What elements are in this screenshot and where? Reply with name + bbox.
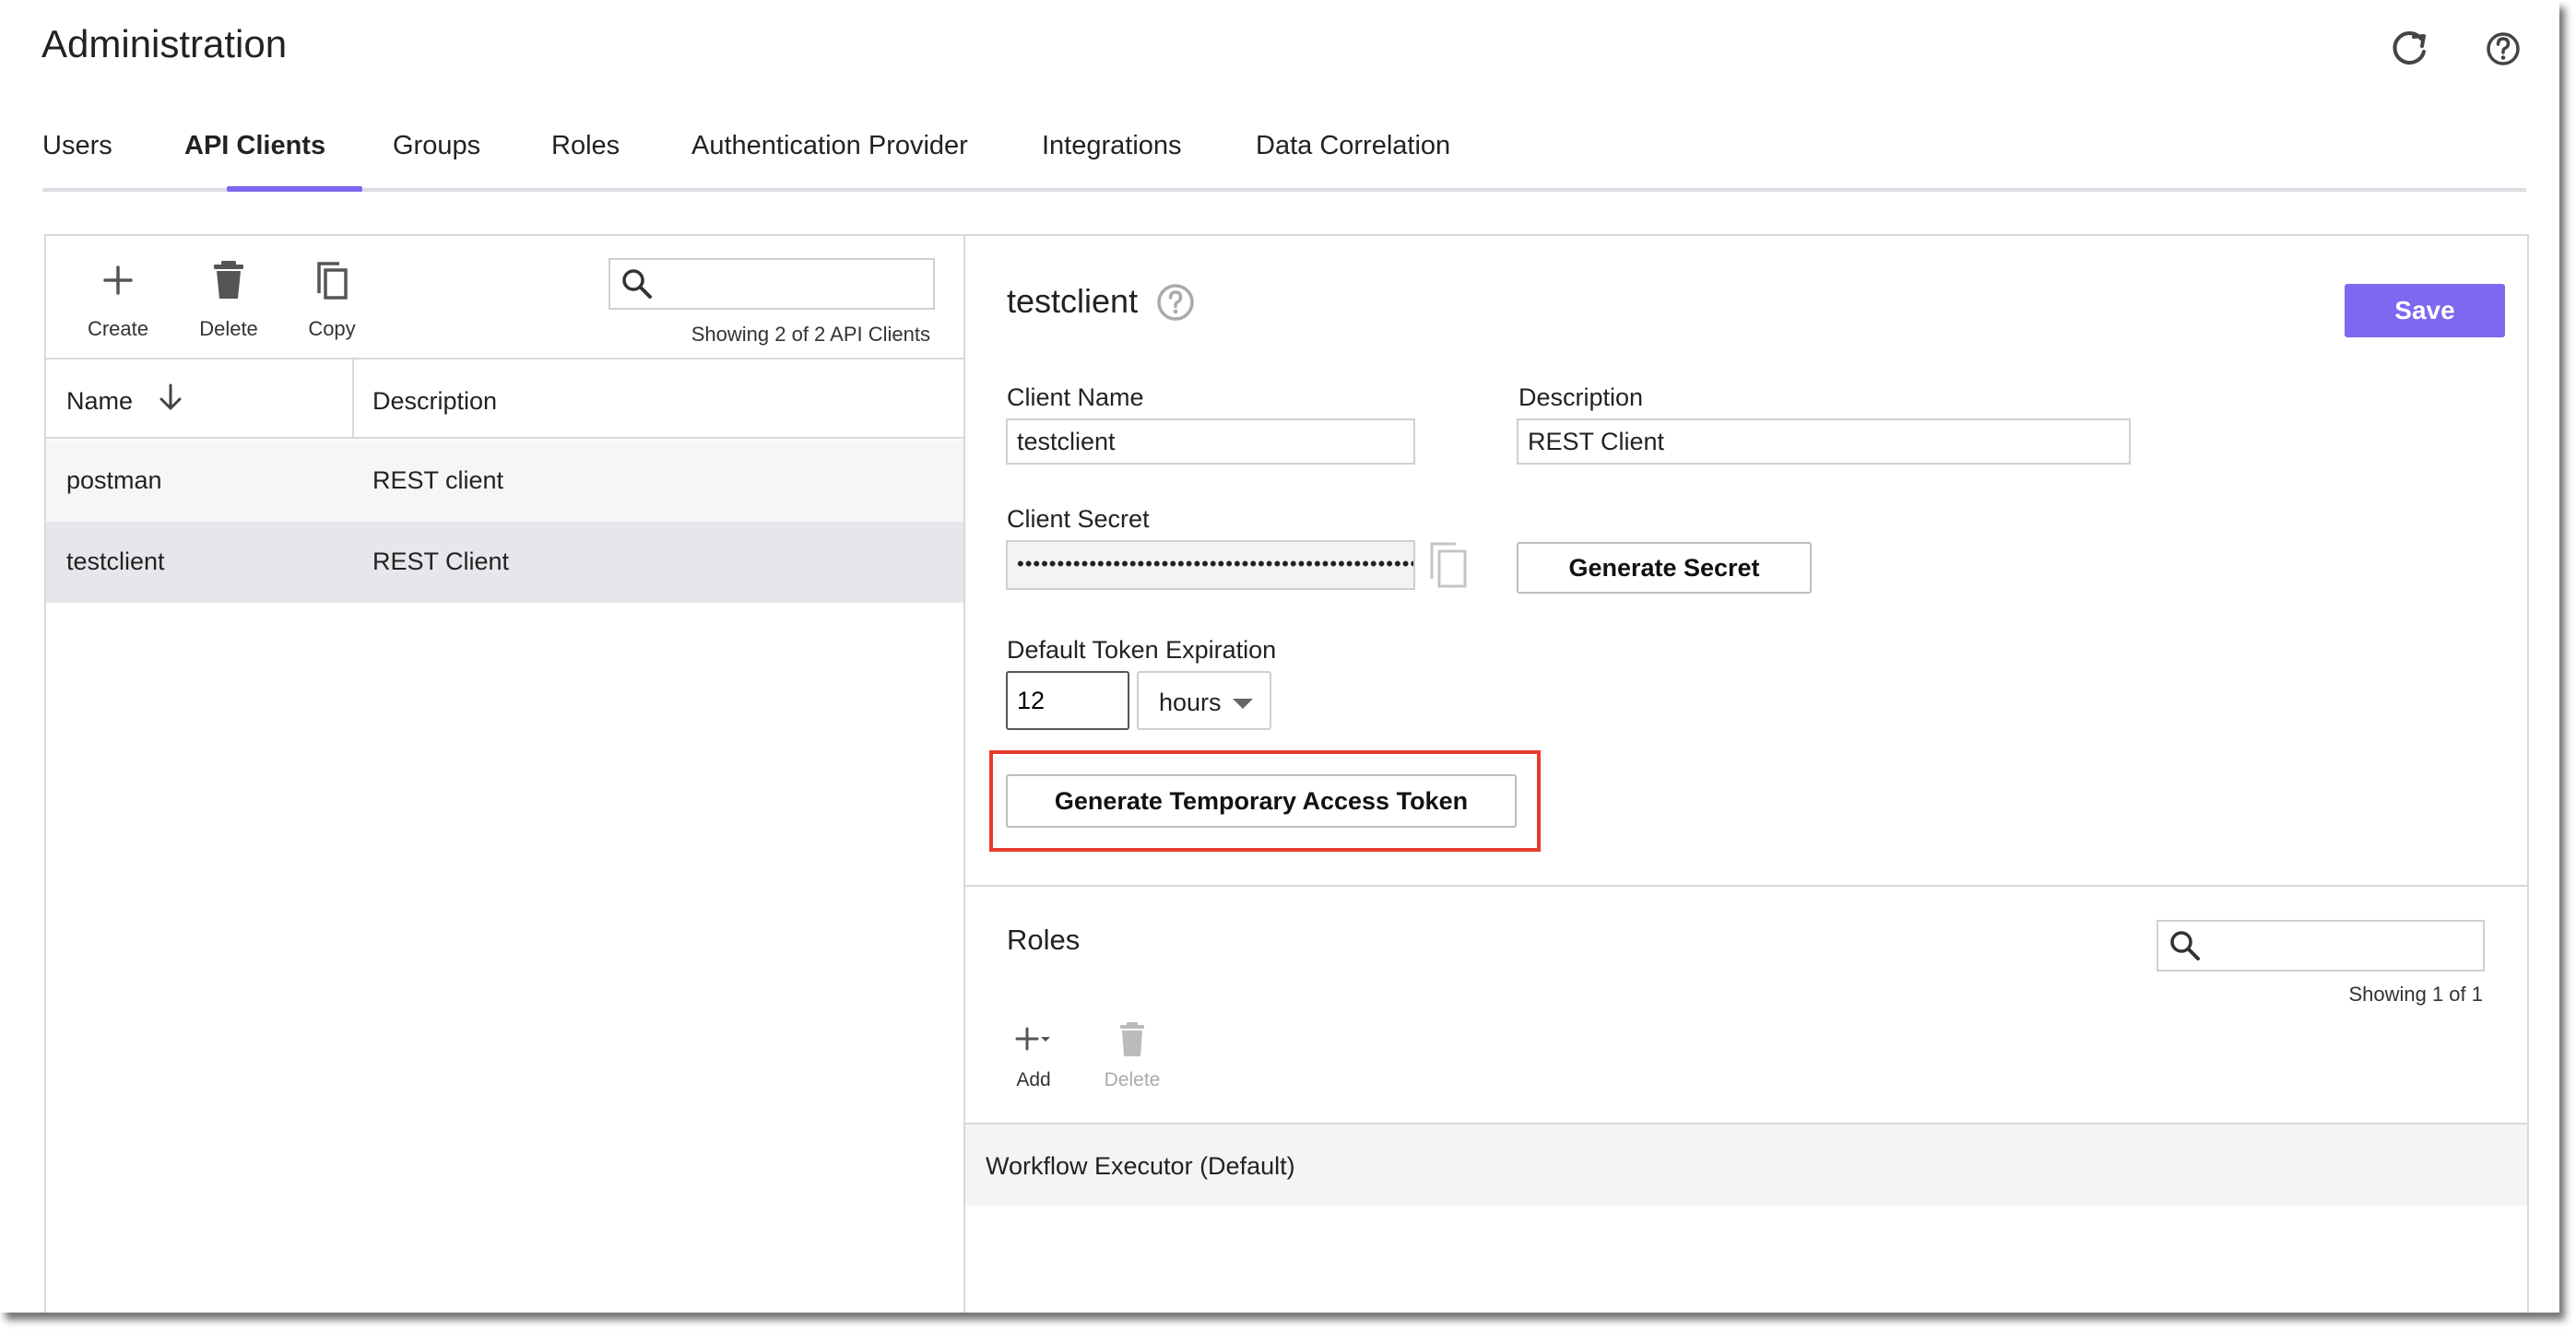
tab-data-correlation[interactable]: Data Correlation — [1256, 131, 1450, 161]
add-role-label: Add — [1016, 1069, 1051, 1090]
generate-secret-button[interactable]: Generate Secret — [1517, 542, 1812, 594]
client-search[interactable] — [609, 258, 935, 310]
caret-down-icon — [1233, 699, 1253, 709]
refresh-icon[interactable] — [2386, 26, 2432, 72]
row-description: REST Client — [372, 548, 510, 575]
create-button[interactable]: Create — [85, 253, 151, 341]
trash-icon — [1111, 1018, 1153, 1060]
plus-icon — [90, 253, 146, 308]
role-name: Workflow Executor (Default) — [986, 1152, 1295, 1180]
row-name: testclient — [66, 548, 165, 575]
client-table-header: Name Description — [46, 358, 963, 439]
client-name-label: Client Name — [1007, 383, 1144, 411]
expiration-unit-value: hours — [1159, 689, 1222, 716]
copy-label: Copy — [308, 317, 356, 340]
admin-window: Administration Users API Clients Groups … — [0, 0, 2559, 1313]
copy-button[interactable]: Copy — [299, 253, 365, 341]
roles-section: Roles Showing 1 of 1 Add Delete Workflow… — [965, 885, 2527, 1313]
description-label: Description — [1518, 383, 1644, 411]
column-divider — [352, 359, 354, 437]
search-icon — [2168, 928, 2203, 963]
client-secret-label: Client Secret — [1007, 505, 1150, 533]
tab-authentication-provider[interactable]: Authentication Provider — [691, 131, 968, 161]
column-header-name[interactable]: Name — [66, 387, 133, 416]
token-expiration-input[interactable] — [1006, 671, 1129, 730]
row-description: REST client — [372, 466, 504, 494]
plus-dropdown-icon — [1012, 1018, 1055, 1060]
create-label: Create — [87, 317, 149, 340]
sort-arrow-down-icon[interactable] — [155, 382, 186, 413]
table-row-selected[interactable]: testclient REST Client — [46, 522, 963, 603]
client-name-field[interactable] — [1006, 418, 1415, 465]
tab-bar: Users API Clients Groups Roles Authentic… — [42, 122, 2526, 192]
copy-icon — [304, 253, 360, 308]
trash-icon — [201, 253, 256, 308]
tab-roles[interactable]: Roles — [551, 131, 620, 161]
token-expiration-label: Default Token Expiration — [1007, 636, 1277, 664]
delete-role-label: Delete — [1104, 1069, 1161, 1090]
api-client-list-panel: Create Delete Copy Showing 2 of 2 API Cl… — [44, 234, 965, 1313]
roles-title: Roles — [1007, 924, 1081, 956]
question-circle-icon[interactable] — [1155, 282, 1196, 323]
save-button[interactable]: Save — [2345, 284, 2505, 337]
expiration-unit-select[interactable]: hours — [1137, 671, 1271, 730]
tab-groups[interactable]: Groups — [393, 131, 480, 161]
generate-temporary-access-token-button[interactable]: Generate Temporary Access Token — [1006, 774, 1517, 828]
add-role-button[interactable]: Add — [1006, 1018, 1061, 1091]
client-secret-field[interactable]: ••••••••••••••••••••••••••••••••••••••••… — [1006, 540, 1415, 590]
client-search-input[interactable] — [662, 260, 928, 308]
client-count: Showing 2 of 2 API Clients — [691, 323, 930, 346]
detail-title: testclient — [1007, 282, 1139, 320]
tab-users[interactable]: Users — [42, 131, 112, 161]
description-field[interactable] — [1517, 418, 2131, 465]
delete-button[interactable]: Delete — [192, 253, 266, 341]
active-tab-indicator — [227, 186, 362, 192]
copy-secret-icon[interactable] — [1426, 538, 1471, 590]
client-detail-panel: testclient Save Client Name Description … — [965, 234, 2529, 1313]
help-icon[interactable] — [2480, 26, 2526, 72]
delete-label: Delete — [199, 317, 258, 340]
search-icon — [620, 266, 655, 301]
row-name: postman — [66, 466, 162, 494]
roles-search[interactable] — [2157, 920, 2485, 972]
page-title: Administration — [41, 22, 288, 65]
list-item[interactable]: Workflow Executor (Default) — [965, 1123, 2527, 1206]
tab-integrations[interactable]: Integrations — [1042, 131, 1182, 161]
delete-role-button[interactable]: Delete — [1098, 1018, 1166, 1091]
column-header-description[interactable]: Description — [372, 387, 497, 416]
roles-search-input[interactable] — [2210, 922, 2477, 970]
tab-api-clients[interactable]: API Clients — [184, 131, 325, 161]
roles-count: Showing 1 of 1 — [2348, 983, 2483, 1006]
table-row[interactable]: postman REST client — [46, 441, 963, 522]
